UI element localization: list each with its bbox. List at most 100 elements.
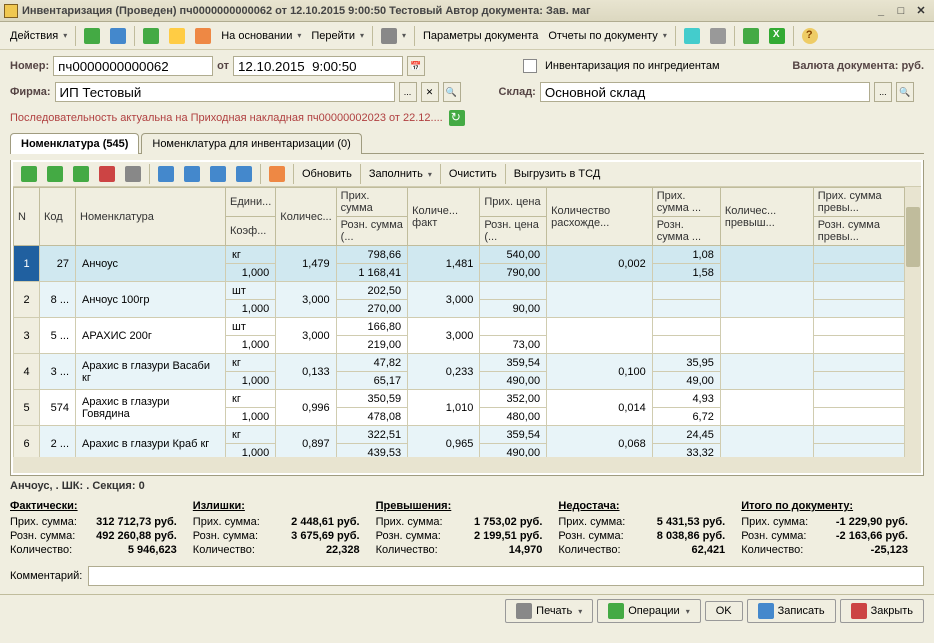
sort-desc-icon[interactable]	[232, 164, 256, 184]
firm-search-icon[interactable]: 🔍	[443, 82, 461, 102]
col-psumover[interactable]: Прих. сумма превы...	[813, 188, 904, 217]
col-psumd[interactable]: Прих. сумма ...	[652, 188, 720, 217]
tool-sheet-icon[interactable]	[106, 26, 130, 46]
sequence-text: Последовательность актуальна на Приходна…	[10, 112, 443, 124]
tool-excel-icon[interactable]	[765, 26, 789, 46]
col-qty[interactable]: Количес...	[276, 188, 336, 246]
select-icon[interactable]	[265, 164, 289, 184]
sort-asc-icon[interactable]	[206, 164, 230, 184]
maximize-button[interactable]: □	[892, 3, 910, 19]
col-rsumover[interactable]: Розн. сумма превы...	[813, 217, 904, 246]
number-label: Номер:	[10, 60, 49, 72]
tool-post-icon[interactable]	[165, 26, 189, 46]
table-row[interactable]: 62 ...Арахис в глазури Краб кгкг0,897322…	[14, 426, 921, 444]
tool-attach-icon[interactable]	[706, 26, 730, 46]
vertical-scrollbar[interactable]	[905, 187, 921, 457]
close-icon	[851, 603, 867, 619]
col-qdiff[interactable]: Количество расхожде...	[547, 188, 653, 246]
row-edit-icon[interactable]	[69, 164, 93, 184]
params-button[interactable]: Параметры документа	[419, 28, 542, 44]
table-row[interactable]: 127Анчоускг1,479798,661,481540,000,0021,…	[14, 246, 921, 264]
items-table[interactable]: N Код Номенклатура Едини... Количес... П…	[13, 187, 921, 457]
totals-fact-header: Фактически:	[10, 500, 78, 512]
minimize-button[interactable]: _	[872, 3, 890, 19]
col-qfact[interactable]: Количе... факт	[408, 188, 480, 246]
tool-info-icon[interactable]	[680, 26, 704, 46]
reports-menu[interactable]: Отчеты по документу	[544, 28, 671, 44]
goto-menu[interactable]: Перейти	[307, 28, 368, 44]
close-form-button[interactable]: Закрыть	[840, 599, 924, 623]
row-filter-icon[interactable]	[121, 164, 145, 184]
stock-label: Склад:	[499, 86, 536, 98]
print-button[interactable]: Печать	[505, 599, 593, 623]
firm-select-icon[interactable]: ...	[399, 82, 417, 102]
move-down-icon[interactable]	[180, 164, 204, 184]
tab-nomenclature[interactable]: Номенклатура (545)	[10, 133, 139, 154]
tool-unpost-icon[interactable]	[191, 26, 215, 46]
ok-button[interactable]: OK	[705, 601, 743, 621]
horizontal-scrollbar[interactable]	[13, 457, 921, 473]
save-icon	[758, 603, 774, 619]
col-n[interactable]: N	[14, 188, 40, 246]
move-up-icon[interactable]	[154, 164, 178, 184]
doc-rsum: -2 163,66 руб.	[836, 530, 908, 542]
calendar-icon[interactable]: 📅	[407, 56, 425, 76]
col-coef[interactable]: Коэф...	[226, 217, 276, 246]
main-toolbar: Действия На основании Перейти Параметры …	[0, 22, 934, 50]
save-button[interactable]: Записать	[747, 599, 836, 623]
gear-icon	[608, 603, 624, 619]
fact-rsum: 492 260,88 руб.	[96, 530, 177, 542]
doc-psum: -1 229,90 руб.	[836, 516, 908, 528]
refresh-button[interactable]: Обновить	[298, 166, 356, 182]
comment-label: Комментарий:	[10, 570, 82, 582]
col-qover[interactable]: Количес... превыш...	[720, 188, 813, 246]
table-row[interactable]: 5574Арахис в глазури Говядинакг0,996350,…	[14, 390, 921, 408]
table-toolbar: Обновить Заполнить Очистить Выгрузить в …	[13, 162, 921, 187]
exc-rsum: 2 199,51 руб.	[474, 530, 542, 542]
col-rsum[interactable]: Розн. сумма (...	[336, 217, 407, 246]
stock-select-icon[interactable]: ...	[874, 82, 892, 102]
window-title: Инвентаризация (Проведен) пч000000000006…	[22, 5, 872, 17]
over-qty: 22,328	[326, 544, 360, 556]
firm-clear-icon[interactable]: ✕	[421, 82, 439, 102]
totals-short-header: Недостача:	[558, 500, 619, 512]
actions-menu[interactable]: Действия	[6, 28, 71, 44]
table-row[interactable]: 28 ...Анчоус 100гршт3,000202,503,000	[14, 282, 921, 300]
row-copy-icon[interactable]	[43, 164, 67, 184]
totals-doc-header: Итого по документу:	[741, 500, 853, 512]
comment-input[interactable]	[88, 566, 924, 586]
operations-button[interactable]: Операции	[597, 599, 700, 623]
tool-time-icon[interactable]	[377, 26, 410, 46]
based-on-menu[interactable]: На основании	[217, 28, 305, 44]
row-add-icon[interactable]	[17, 164, 41, 184]
printer-icon	[516, 603, 532, 619]
exc-qty: 14,970	[509, 544, 543, 556]
stock-search-icon[interactable]: 🔍	[896, 82, 914, 102]
help-icon[interactable]	[798, 26, 822, 46]
stock-input[interactable]	[540, 82, 870, 102]
tool-list-icon[interactable]	[739, 26, 763, 46]
tab-nomenclature-inv[interactable]: Номенклатура для инвентаризации (0)	[141, 133, 361, 154]
fact-psum: 312 712,73 руб.	[96, 516, 177, 528]
date-input[interactable]	[233, 56, 403, 76]
export-tsd-button[interactable]: Выгрузить в ТСД	[510, 166, 605, 182]
col-psum[interactable]: Прих. сумма	[336, 188, 407, 217]
fill-menu[interactable]: Заполнить	[365, 166, 436, 182]
row-delete-icon[interactable]	[95, 164, 119, 184]
clear-button[interactable]: Очистить	[445, 166, 501, 182]
col-code[interactable]: Код	[40, 188, 76, 246]
col-rsumd[interactable]: Розн. сумма ...	[652, 217, 720, 246]
firm-input[interactable]	[55, 82, 395, 102]
col-nom[interactable]: Номенклатура	[76, 188, 226, 246]
col-rprice[interactable]: Розн. цена (...	[480, 217, 547, 246]
tool-copy-icon[interactable]	[139, 26, 163, 46]
close-button[interactable]: ✕	[912, 3, 930, 19]
table-row[interactable]: 35 ...АРАХИС 200гшт3,000166,803,000	[14, 318, 921, 336]
number-input[interactable]	[53, 56, 213, 76]
col-unit[interactable]: Едини...	[226, 188, 276, 217]
col-pprice[interactable]: Прих. цена	[480, 188, 547, 217]
refresh-sequence-icon[interactable]	[449, 110, 465, 126]
tool-add-icon[interactable]	[80, 26, 104, 46]
table-row[interactable]: 43 ...Арахис в глазури Васаби кгкг0,1334…	[14, 354, 921, 372]
ingredients-checkbox[interactable]	[523, 59, 537, 73]
